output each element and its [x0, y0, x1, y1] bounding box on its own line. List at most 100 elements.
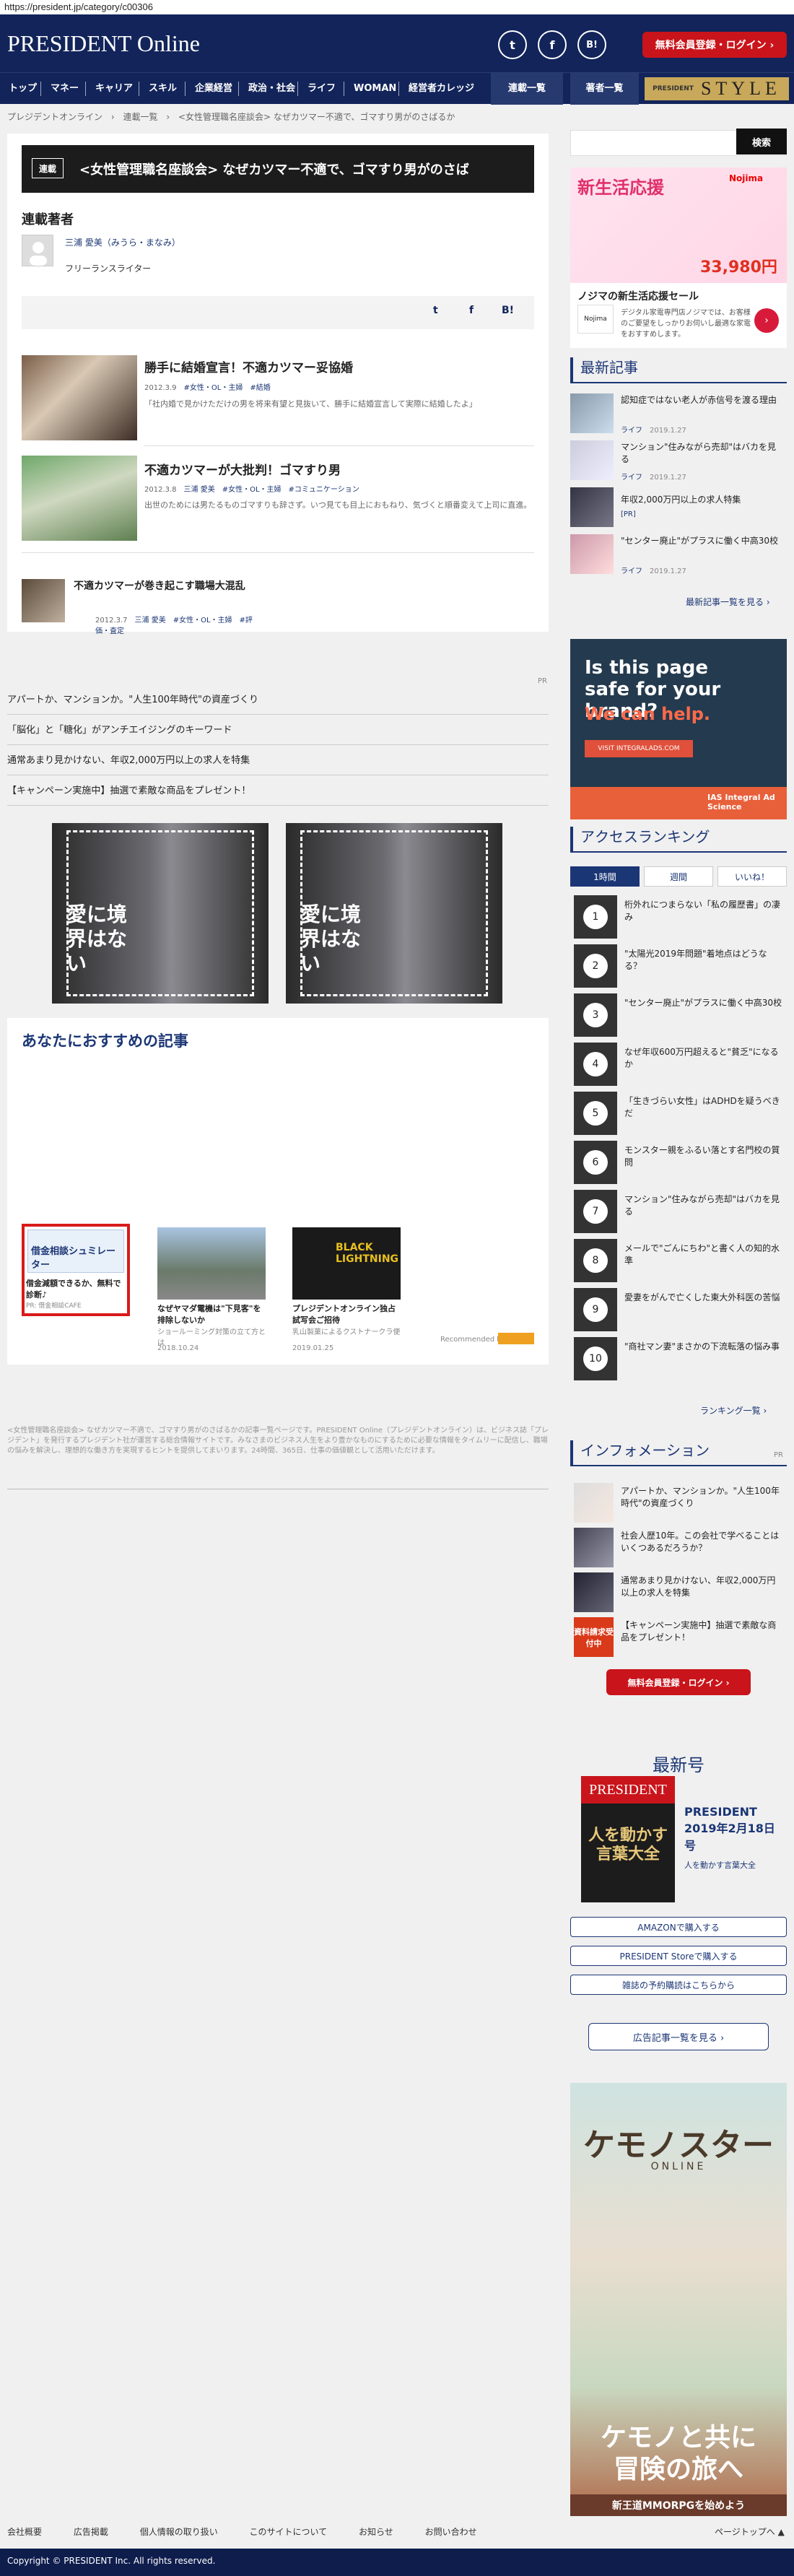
- sidebar-member-button[interactable]: 無料会員登録・ログイン ›: [606, 1669, 751, 1695]
- info-item[interactable]: 社会人歴10年。この会社で学べることはいくつあるだろうか？: [570, 1526, 787, 1571]
- pagetop-link[interactable]: ページトップへ ▲: [715, 2525, 785, 2538]
- nav-item-life[interactable]: ライフ: [307, 73, 336, 105]
- pr-link[interactable]: 【キャンペーン実施中】抽選で素敵な商品をプレゼント！: [7, 777, 549, 806]
- ad-banner[interactable]: 愛に境界はない: [52, 823, 269, 1004]
- sidebar-ad-ias[interactable]: Is this page safe for your brand? We can…: [570, 639, 787, 819]
- author-name[interactable]: 三浦 愛美（みうら・まなみ）: [65, 236, 180, 248]
- nav-item-career[interactable]: キャリア: [95, 73, 133, 105]
- ranking-item[interactable]: 1 桁外れにつまらない「私の履歴書」の凄み: [574, 895, 787, 944]
- footer-link-news[interactable]: お知らせ: [359, 2527, 393, 2537]
- ranking-tab-hourly[interactable]: 1時間: [570, 866, 640, 887]
- footer-link-about[interactable]: このサイトについて: [250, 2527, 328, 2537]
- ranking-tab-weekly[interactable]: 週間: [644, 866, 713, 887]
- footer-link-contact[interactable]: お問い合わせ: [425, 2527, 477, 2537]
- article-tag[interactable]: #結婚: [250, 384, 270, 392]
- facebook-icon[interactable]: f: [538, 30, 567, 59]
- recommend-card[interactable]: 借金相談シュミレーター 借金減額できるか、無料で診断♪ PR: 借金相談CAFE: [22, 1224, 130, 1316]
- issue-cover[interactable]: PRESIDENT 人を動かす言葉大全: [581, 1776, 675, 1902]
- issue-title[interactable]: PRESIDENT 2019年2月18日号: [684, 1805, 785, 1853]
- pr-link[interactable]: 通常あまり見かけない、年収2,000万円以上の求人を特集: [7, 747, 549, 775]
- recommend-card-image: 借金相談シュミレーター: [27, 1230, 124, 1273]
- recommend-title[interactable]: なぜヤマダ電機は"下見客"を排除しないか: [157, 1302, 266, 1326]
- article-title[interactable]: 不適カツマーが大批判！ゴマすり男: [144, 460, 341, 478]
- info-item[interactable]: 資料請求受付中 【キャンペーン実施中】抽選で素敵な商品をプレゼント！: [570, 1616, 787, 1661]
- breadcrumb-home[interactable]: プレジデントオンライン: [7, 112, 102, 122]
- article-thumbnail[interactable]: [22, 456, 137, 541]
- nav-item-management[interactable]: 企業経営: [195, 73, 232, 105]
- subscription-button[interactable]: 雑誌の予約購読はこちらから: [570, 1975, 787, 1995]
- recommend-card-image[interactable]: BLACK LIGHTNING: [292, 1227, 401, 1300]
- ranking-item[interactable]: 4 なぜ年収600万円超えると"貧乏"になるか: [574, 1043, 787, 1092]
- ranking-item[interactable]: 8 メールで"ごんにちわ"と書く人の知的水準: [574, 1239, 787, 1288]
- latest-item[interactable]: 年収2,000万円以上の求人特集 [PR]: [570, 487, 787, 534]
- recommend-heading: あなたにおすすめの記事: [22, 1032, 188, 1050]
- ranking-item[interactable]: 6 モンスター親をふるい落とす名門校の質問: [574, 1141, 787, 1190]
- author-avatar[interactable]: [22, 235, 53, 266]
- ranking-number: 4: [583, 1052, 608, 1076]
- latest-item[interactable]: "センター廃止"がプラスに働く中高30校 ライフ 2019.1.27: [570, 534, 787, 581]
- ad-banner[interactable]: 愛に境界はない: [286, 823, 502, 1004]
- member-login-button[interactable]: 無料会員登録・ログイン ›: [642, 32, 787, 58]
- article-title[interactable]: 不適カツマーが巻き起こす職場大混乱: [74, 578, 269, 593]
- share-facebook-icon[interactable]: f: [469, 305, 474, 316]
- latest-item[interactable]: 認知症ではない老人が赤信号を渡る理由 ライフ 2019.1.27: [570, 393, 787, 440]
- latest-more-link[interactable]: 最新記事一覧を見る ›: [686, 596, 770, 608]
- ranking-more-link[interactable]: ランキング一覧 ›: [700, 1404, 767, 1417]
- authors-heading: 連載著者: [22, 212, 74, 227]
- info-item[interactable]: アパートか、マンションか。"人生100年時代"の資産づくり: [570, 1481, 787, 1526]
- latest-item[interactable]: マンション"住みながら売却"はバカを見る ライフ 2019.1.27: [570, 440, 787, 487]
- author-list-button[interactable]: 著者一覧: [570, 73, 639, 105]
- latest-heading: 最新記事: [570, 357, 787, 383]
- buy-amazon-button[interactable]: AMAZONで購入する: [570, 1917, 787, 1937]
- recommend-card-image[interactable]: [157, 1227, 266, 1300]
- ranking-item[interactable]: 2 "太陽光2019年問題"着地点はどうなる？: [574, 944, 787, 993]
- article-tag[interactable]: #女性・OL・主婦: [173, 617, 232, 625]
- ranking-tab-likes[interactable]: いいね！: [717, 866, 787, 887]
- article-tag[interactable]: #女性・OL・主婦: [184, 384, 243, 392]
- nav-item-politics[interactable]: 政治・社会: [248, 73, 295, 105]
- recommend-box: あなたにおすすめの記事 借金相談シュミレーター 借金減額できるか、無料で診断♪ …: [7, 1018, 549, 1365]
- article-tag[interactable]: #女性・OL・主婦: [222, 486, 282, 494]
- ranking-item[interactable]: 9 愛妻をがんで亡くした東大外科医の苦悩: [574, 1288, 787, 1337]
- serial-list-button[interactable]: 連載一覧: [491, 73, 563, 105]
- share-hatena-icon[interactable]: B!: [502, 305, 514, 316]
- recommend-logo[interactable]: [498, 1333, 534, 1344]
- ranking-title: なぜ年収600万円超えると"貧乏"になるか: [624, 1047, 779, 1069]
- share-bar: t f B!: [22, 296, 534, 329]
- footer-link-company[interactable]: 会社概要: [7, 2527, 42, 2537]
- footer-link-privacy[interactable]: 個人情報の取り扱い: [140, 2527, 218, 2537]
- pr-link[interactable]: 「脳化」と「糖化」がアンチエイジングのキーワード: [7, 716, 549, 745]
- article-title[interactable]: 勝手に結婚宣言！不適カツマー妥協婚: [144, 357, 353, 375]
- sidebar-ad-nojima[interactable]: 新生活応援 33,980円 Nojima ノジマの新生活応援セール Nojima…: [570, 167, 787, 348]
- ranking-item[interactable]: 5 「生きづらい女性」はADHDを疑うべきだ: [574, 1092, 787, 1141]
- nav-item-woman[interactable]: WOMAN: [354, 73, 396, 105]
- ad-articles-list-button[interactable]: 広告記事一覧を見る ›: [588, 2023, 769, 2050]
- sidebar-ad-game[interactable]: ケモノスター ONLINE ケモノと共に冒険の旅へ 新王道MMORPGを始めよう: [570, 2083, 787, 2516]
- chevron-right-icon[interactable]: ›: [754, 308, 779, 333]
- nav-item-top[interactable]: トップ: [9, 73, 37, 105]
- twitter-icon[interactable]: t: [498, 30, 527, 59]
- ranking-item[interactable]: 3 "センター廃止"がプラスに働く中高30校: [574, 993, 787, 1043]
- nav-item-college[interactable]: 経営者カレッジ: [409, 73, 474, 105]
- ranking-item[interactable]: 7 マンション"住みながら売却"はバカを見る: [574, 1190, 787, 1239]
- article-author[interactable]: 三浦 愛美: [135, 617, 166, 625]
- nav-item-skill[interactable]: スキル: [149, 73, 177, 105]
- url-bar[interactable]: https://president.jp/category/c00306: [0, 0, 794, 14]
- article-author[interactable]: 三浦 愛美: [184, 486, 215, 494]
- article-thumbnail[interactable]: [22, 355, 137, 440]
- buy-store-button[interactable]: PRESIDENT Storeで購入する: [570, 1946, 787, 1966]
- article-tag[interactable]: #コミュニケーション: [289, 486, 359, 494]
- share-twitter-icon[interactable]: t: [433, 305, 438, 316]
- ranking-item[interactable]: 10 "商社マン妻"まさかの下流転落の悩み事: [574, 1337, 787, 1386]
- recommend-title[interactable]: プレジデントオンライン独占試写会ご招待: [292, 1302, 401, 1326]
- president-style-link[interactable]: PRESIDENT STYLE: [645, 77, 789, 100]
- nav-item-money[interactable]: マネー: [51, 73, 79, 105]
- article-thumbnail[interactable]: [22, 579, 65, 622]
- info-item[interactable]: 通常あまり見かけない、年収2,000万円以上の求人を特集: [570, 1571, 787, 1616]
- breadcrumb-serial-list[interactable]: 連載一覧: [123, 112, 157, 122]
- footer-link-ads[interactable]: 広告掲載: [74, 2527, 108, 2537]
- hatena-bookmark-icon[interactable]: B!: [577, 30, 606, 59]
- search-button[interactable]: 検索: [736, 129, 787, 155]
- site-logo[interactable]: PRESIDENT Online: [7, 30, 200, 57]
- pr-link[interactable]: アパートか、マンションか。"人生100年時代"の資産づくり: [7, 686, 549, 715]
